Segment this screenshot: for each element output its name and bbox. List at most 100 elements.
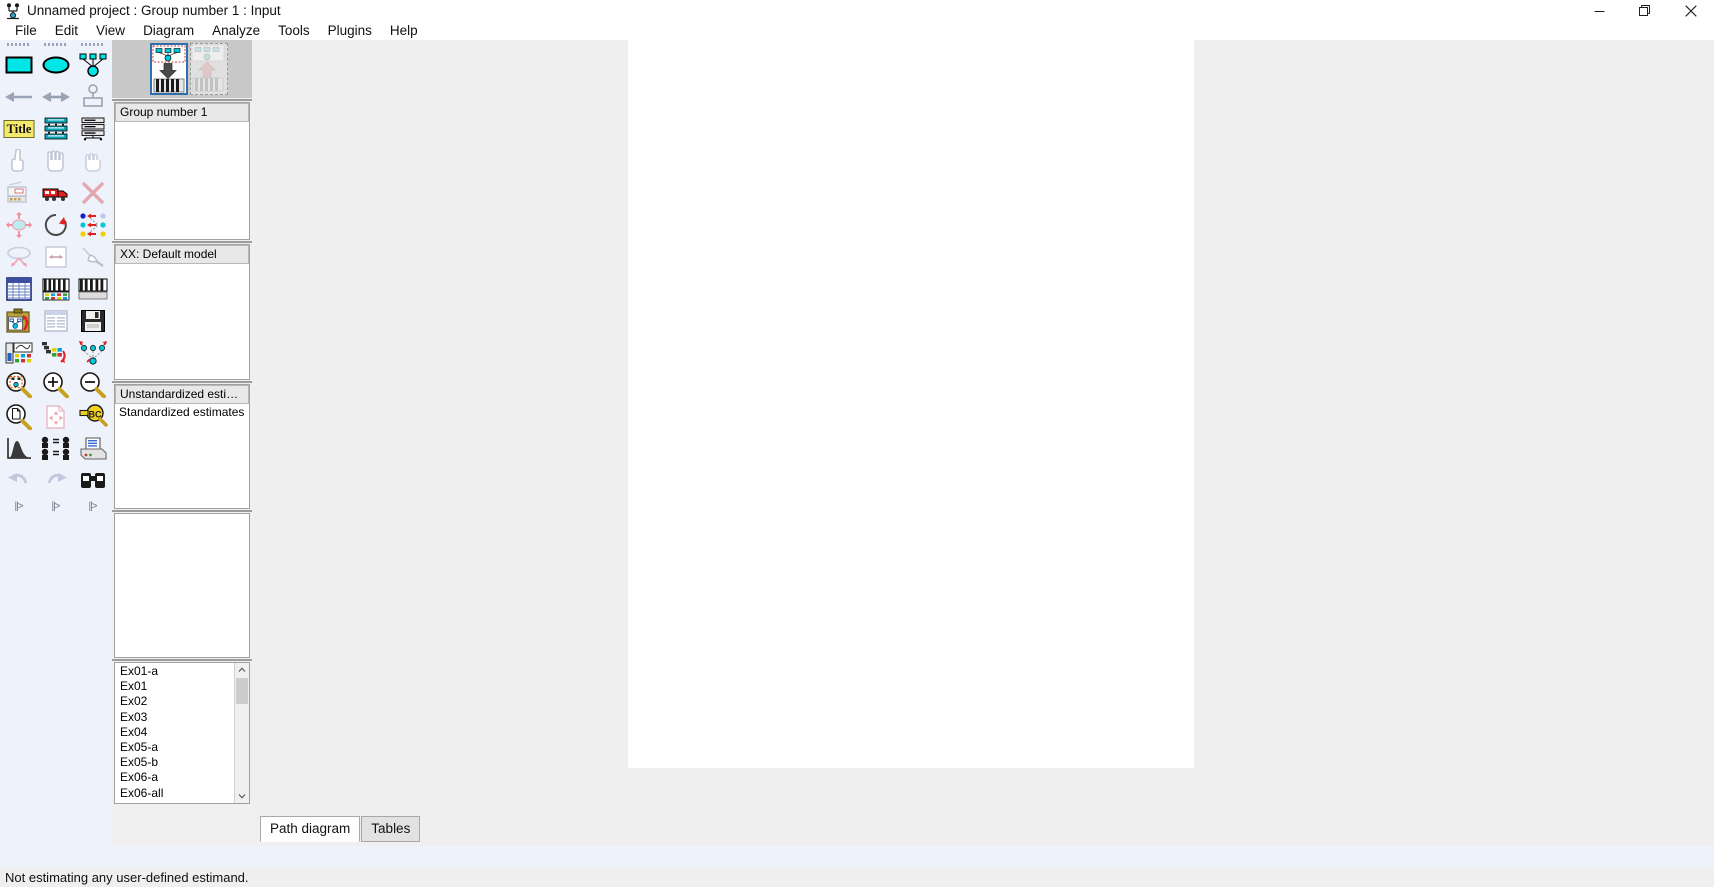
menu-help[interactable]: Help xyxy=(381,22,427,40)
multiple-group-analysis-icon[interactable] xyxy=(37,433,74,465)
path-diagram-canvas[interactable] xyxy=(628,40,1194,768)
scroll-down-button[interactable] xyxy=(235,789,249,803)
duplicate-objects-icon[interactable] xyxy=(0,177,37,209)
file-list-item[interactable]: Ex03 xyxy=(115,710,234,725)
maximize-button[interactable] xyxy=(1622,0,1668,22)
specification-search-icon[interactable] xyxy=(74,465,111,497)
calculate-estimates-icon[interactable] xyxy=(0,305,37,337)
window-controls xyxy=(1576,0,1714,22)
analysis-properties-icon[interactable] xyxy=(37,273,74,305)
undo-icon[interactable] xyxy=(0,465,37,497)
toolbox-overflow-handle[interactable]: ||> xyxy=(0,499,37,513)
bayesian-estimation-icon[interactable] xyxy=(0,433,37,465)
toolbox-overflow-handle[interactable]: ||> xyxy=(74,499,111,513)
move-parameter-icon[interactable] xyxy=(0,241,37,273)
draw-observed-variable-icon[interactable] xyxy=(0,49,37,81)
draw-path-icon[interactable] xyxy=(0,81,37,113)
file-list-item[interactable]: Ex05-a xyxy=(115,740,234,755)
preserve-symmetries-icon[interactable] xyxy=(74,337,111,369)
reflect-indicators-icon[interactable] xyxy=(74,209,111,241)
file-list-item[interactable]: Ex04 xyxy=(115,725,234,740)
figure-caption-icon[interactable]: Title xyxy=(0,113,37,145)
draw-unobserved-variable-icon[interactable] xyxy=(37,49,74,81)
toolbox-row: BC xyxy=(0,401,112,433)
file-list-item[interactable]: Ex01 xyxy=(115,679,234,694)
estimates-list-item-standardized[interactable]: Standardized estimates xyxy=(115,404,249,421)
print-icon[interactable] xyxy=(74,433,111,465)
menu-edit[interactable]: Edit xyxy=(46,22,87,40)
view-tab-strip: Path diagram Tables xyxy=(252,810,1714,846)
group-list-item[interactable]: Group number 1 xyxy=(115,103,249,122)
toolbox-row xyxy=(0,337,112,369)
groups-panel[interactable]: Group number 1 xyxy=(114,102,250,240)
zoom-out-icon[interactable] xyxy=(74,369,111,401)
rotate-indicators-icon[interactable] xyxy=(37,209,74,241)
toolbox-row xyxy=(0,145,112,177)
close-button[interactable] xyxy=(1668,0,1714,22)
menu-tools[interactable]: Tools xyxy=(269,22,319,40)
toolbox-grip[interactable] xyxy=(0,40,37,49)
view-input-path-diagram-icon[interactable] xyxy=(150,43,188,95)
status-bar: Not estimating any user-defined estimand… xyxy=(0,867,1714,887)
file-list-item[interactable]: Ex02 xyxy=(115,694,234,709)
add-unique-variable-icon[interactable] xyxy=(74,81,111,113)
select-all-objects-icon[interactable] xyxy=(37,145,74,177)
loupe-icon[interactable]: BC xyxy=(74,401,111,433)
touch-up-variable-icon[interactable] xyxy=(74,241,111,273)
scroll-up-button[interactable] xyxy=(235,663,249,677)
zoom-page-icon[interactable] xyxy=(0,401,37,433)
menu-bar: File Edit View Diagram Analyze Tools Plu… xyxy=(0,22,1714,40)
deselect-all-objects-icon[interactable] xyxy=(74,145,111,177)
zoom-in-icon[interactable] xyxy=(37,369,74,401)
toolbox-overflow-handle[interactable]: ||> xyxy=(37,499,74,513)
minimize-button[interactable] xyxy=(1576,0,1622,22)
file-list-item[interactable]: Ex06-all xyxy=(115,786,234,801)
svg-text:Title: Title xyxy=(6,122,31,136)
erase-objects-icon[interactable] xyxy=(74,177,111,209)
fit-measures-panel[interactable] xyxy=(114,513,250,658)
list-variables-in-dataset-icon[interactable] xyxy=(74,113,111,145)
menu-analyze[interactable]: Analyze xyxy=(203,22,269,40)
tab-tables[interactable]: Tables xyxy=(361,816,421,842)
toolbox-grip-row-top xyxy=(0,40,112,49)
toolbox-grip[interactable] xyxy=(74,40,111,49)
drag-properties-icon[interactable] xyxy=(37,337,74,369)
file-list-scrollbar[interactable] xyxy=(234,663,249,803)
toolbox-row xyxy=(0,81,112,113)
select-one-object-icon[interactable] xyxy=(0,145,37,177)
toolbox-grip[interactable] xyxy=(37,40,74,49)
save-diagram-icon[interactable] xyxy=(74,305,111,337)
estimates-panel[interactable]: Unstandardized estimates Standardized es… xyxy=(114,384,250,509)
resize-to-page-icon[interactable] xyxy=(37,401,74,433)
draw-latent-variable-icon[interactable] xyxy=(74,49,111,81)
toolbox-row xyxy=(0,465,112,497)
menu-diagram[interactable]: Diagram xyxy=(134,22,203,40)
change-shape-icon[interactable] xyxy=(0,209,37,241)
model-list-item[interactable]: XX: Default model xyxy=(115,245,249,264)
file-list-panel[interactable]: Ex01-a Ex01 Ex02 Ex03 Ex04 Ex05-a Ex05-b… xyxy=(114,662,250,804)
file-list-item[interactable]: Ex05-b xyxy=(115,755,234,770)
file-list: Ex01-a Ex01 Ex02 Ex03 Ex04 Ex05-a Ex05-b… xyxy=(115,663,234,803)
models-panel[interactable]: XX: Default model xyxy=(114,244,250,380)
tab-path-diagram[interactable]: Path diagram xyxy=(260,816,361,842)
scrollbar-thumb[interactable] xyxy=(236,678,248,704)
copy-to-clipboard-icon[interactable] xyxy=(37,305,74,337)
redo-icon[interactable] xyxy=(37,465,74,497)
side-panel-column: Group number 1 XX: Default model Unstand… xyxy=(112,40,252,846)
menu-plugins[interactable]: Plugins xyxy=(319,22,381,40)
menu-file[interactable]: File xyxy=(6,22,46,40)
zoom-selection-icon[interactable] xyxy=(0,369,37,401)
file-list-item[interactable]: Ex01-a xyxy=(115,664,234,679)
view-output-path-diagram-icon[interactable] xyxy=(190,43,228,95)
object-properties-icon[interactable] xyxy=(74,273,111,305)
object-properties-2-icon[interactable] xyxy=(0,337,37,369)
toolbox-row xyxy=(0,305,112,337)
estimates-list-item-unstandardized[interactable]: Unstandardized estimates xyxy=(115,385,249,404)
scroll-diagram-icon[interactable] xyxy=(37,241,74,273)
list-variables-in-model-icon[interactable] xyxy=(37,113,74,145)
file-list-item[interactable]: Ex06-a xyxy=(115,770,234,785)
move-objects-icon[interactable] xyxy=(37,177,74,209)
menu-view[interactable]: View xyxy=(87,22,134,40)
draw-covariance-icon[interactable] xyxy=(37,81,74,113)
select-data-file-icon[interactable] xyxy=(0,273,37,305)
